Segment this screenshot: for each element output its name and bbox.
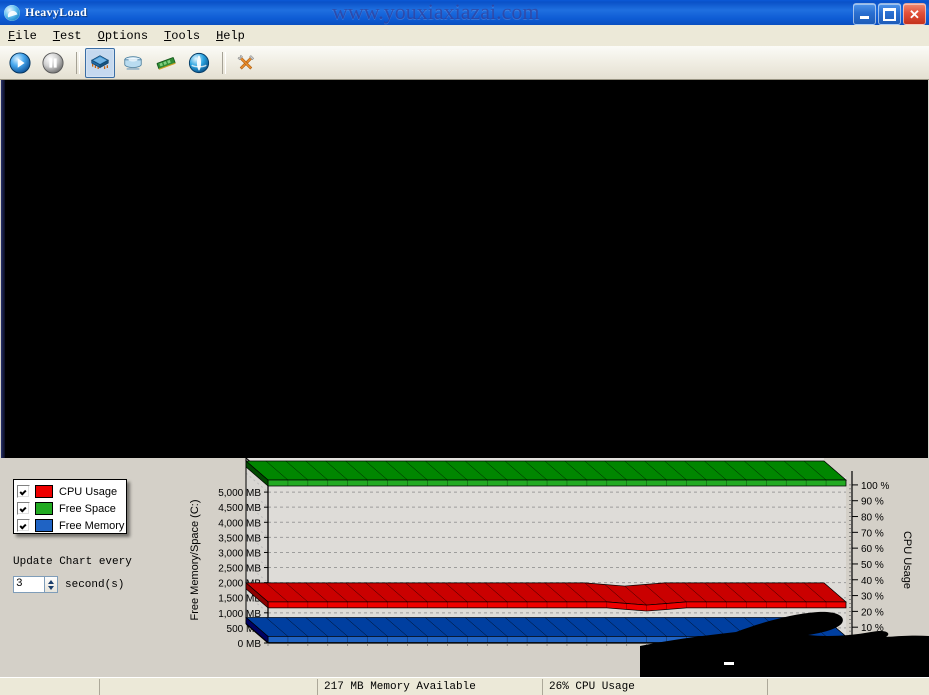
close-button[interactable]: ✕	[903, 3, 926, 25]
svg-text:20 %: 20 %	[861, 607, 884, 618]
update-interval-stepper[interactable]	[45, 576, 58, 593]
svg-text:4,500 MB: 4,500 MB	[218, 503, 261, 514]
maximize-button[interactable]	[878, 3, 901, 25]
test-display-area	[1, 80, 928, 458]
legend-label-cpu-usage: CPU Usage	[59, 485, 118, 498]
heavyload-window: HeavyLoad www.youxiaxiazai.com ✕ File Te…	[0, 0, 929, 695]
chart-legend: CPU Usage Free Space Free Memory	[13, 479, 127, 534]
update-interval-control: 3 second(s)	[13, 576, 124, 593]
menu-item-test[interactable]: Test	[45, 27, 90, 45]
svg-text:70 %: 70 %	[861, 528, 884, 539]
svg-text:3,000 MB: 3,000 MB	[218, 548, 261, 559]
svg-text:CPU Usage: CPU Usage	[901, 531, 913, 589]
svg-text:50 %: 50 %	[861, 560, 884, 571]
stress-memory-button[interactable]	[151, 48, 181, 78]
window-title: HeavyLoad	[25, 5, 88, 19]
svg-text:60 %: 60 %	[861, 544, 884, 555]
legend-swatch-free-space	[35, 502, 53, 515]
status-cell-1	[0, 678, 100, 695]
globe-icon	[188, 52, 210, 73]
stress-disk-button[interactable]	[118, 48, 148, 78]
svg-text:80 %: 80 %	[861, 513, 884, 524]
chart-canvas: 0 MB500 MB1,000 MB1,500 MB2,000 MB2,500 …	[189, 458, 913, 651]
status-cpu-usage: 26% CPU Usage	[543, 678, 768, 695]
update-interval-unit: second(s)	[65, 578, 125, 591]
stepper-up-icon[interactable]	[48, 579, 54, 584]
update-chart-label: Update Chart every	[13, 556, 132, 568]
menu-item-file[interactable]: File	[0, 27, 45, 45]
svg-text:90 %: 90 %	[861, 497, 884, 508]
svg-text:40 %: 40 %	[861, 576, 884, 587]
left-edge-shadow	[1, 80, 5, 458]
legend-label-free-space: Free Space	[59, 502, 116, 515]
svg-text:30 %: 30 %	[861, 592, 884, 603]
legend-swatch-cpu-usage	[35, 485, 53, 498]
minimize-button[interactable]	[853, 3, 876, 25]
title-bar: HeavyLoad www.youxiaxiazai.com ✕	[0, 0, 929, 25]
stress-cpu-button[interactable]	[85, 47, 115, 78]
memory-module-icon	[156, 56, 176, 70]
menu-item-options[interactable]: Options	[90, 27, 156, 45]
watermark-text: www.youxiaxiazai.com	[332, 0, 540, 24]
menu-bar: File Test Options Tools Help	[0, 25, 929, 47]
menu-item-help[interactable]: Help	[208, 27, 253, 45]
toolbar-separator-1	[76, 51, 80, 74]
toolbar	[0, 46, 929, 80]
status-cell-2	[100, 678, 318, 695]
resource-chart[interactable]: 0 MB 500 MB 1,000 MB 1,500 MB 2,000 MB 2,500 …	[180, 458, 929, 677]
stepper-down-icon[interactable]	[48, 585, 54, 590]
tools-icon	[237, 54, 255, 69]
status-bar: 217 MB Memory Available 26% CPU Usage	[0, 677, 929, 695]
stress-network-button[interactable]	[184, 48, 214, 78]
pause-icon	[42, 51, 64, 74]
start-test-button[interactable]	[5, 48, 35, 78]
legend-checkbox-cpu-usage[interactable]	[17, 485, 30, 498]
svg-text:2,500 MB: 2,500 MB	[218, 564, 261, 575]
legend-item-free-space[interactable]: Free Space	[17, 500, 126, 517]
cpu-chip-icon	[90, 54, 110, 69]
legend-swatch-free-memory	[35, 519, 53, 532]
svg-text:3,500 MB: 3,500 MB	[218, 533, 261, 544]
svg-text:10 %: 10 %	[861, 623, 884, 634]
legend-label-free-memory: Free Memory	[59, 519, 125, 532]
options-button[interactable]	[231, 48, 261, 78]
update-interval-input[interactable]: 3	[13, 576, 45, 593]
pause-test-button[interactable]	[38, 48, 68, 78]
svg-text:0 MB: 0 MB	[238, 639, 262, 650]
legend-item-cpu-usage[interactable]: CPU Usage	[17, 483, 126, 500]
status-memory-available: 217 MB Memory Available	[318, 678, 543, 695]
legend-checkbox-free-memory[interactable]	[17, 519, 30, 532]
legend-checkbox-free-space[interactable]	[17, 502, 30, 515]
chart-series-cpu-usage	[245, 582, 847, 612]
svg-text:100 %: 100 %	[861, 481, 889, 492]
heavyload-logo-icon	[4, 4, 20, 21]
svg-text:4,000 MB: 4,000 MB	[218, 518, 261, 529]
svg-text:5,000 MB: 5,000 MB	[218, 488, 261, 499]
legend-item-free-memory[interactable]: Free Memory	[17, 517, 126, 534]
menu-item-tools[interactable]: Tools	[156, 27, 208, 45]
toolbar-separator-2	[222, 51, 226, 74]
status-cell-5	[768, 679, 908, 695]
chart-series-free-memory	[245, 616, 847, 644]
svg-text:Free Memory/Space (C:): Free Memory/Space (C:)	[189, 499, 201, 620]
play-icon	[9, 51, 31, 74]
window-controls: ✕	[853, 3, 926, 25]
hard-disk-icon	[124, 55, 142, 70]
chart-panel: CPU Usage Free Space Free Memory Update …	[0, 458, 929, 677]
chart-series-free-space	[245, 460, 847, 487]
